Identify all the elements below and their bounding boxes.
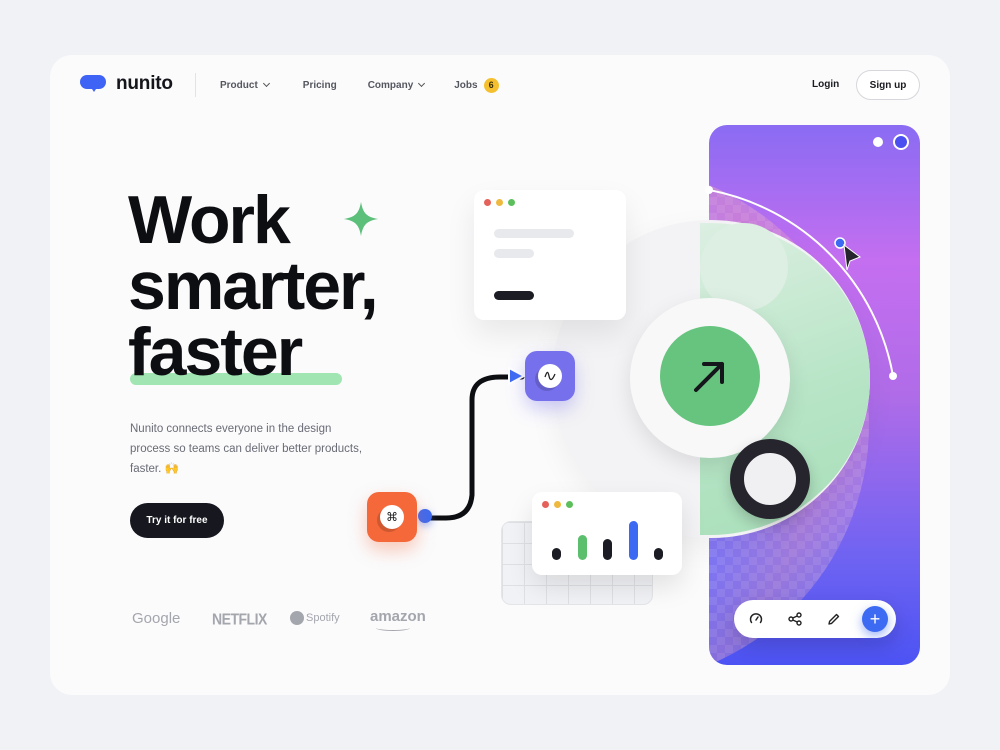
logo-netflix: NETFLIX xyxy=(212,609,267,629)
placeholder-button xyxy=(494,291,534,300)
mini-chart-bar xyxy=(603,539,612,560)
placeholder-line xyxy=(494,229,574,238)
waveform-icon xyxy=(544,371,556,381)
window-close-dot xyxy=(484,199,491,206)
spotify-icon xyxy=(290,611,304,625)
logo-amazon: amazon xyxy=(370,608,426,631)
nav-item-pricing[interactable]: Pricing xyxy=(303,77,337,93)
nav-item-label: Pricing xyxy=(302,79,337,91)
nav-item-company[interactable]: Company xyxy=(367,77,426,93)
logo-google: Google xyxy=(132,610,181,627)
arc-handle-active[interactable] xyxy=(834,237,846,249)
headline-line: faster xyxy=(128,314,303,390)
logo-amazon-text: amazon xyxy=(370,608,426,625)
gauge-icon xyxy=(749,613,763,624)
command-icon: ⌘ xyxy=(380,505,404,529)
add-button[interactable]: + xyxy=(862,606,888,632)
nav-item-label: Company xyxy=(367,79,414,91)
window-maximize-dot xyxy=(566,501,573,508)
try-free-button[interactable]: Try it for free xyxy=(130,503,224,538)
chevron-down-icon xyxy=(262,79,270,88)
share-button[interactable] xyxy=(785,609,805,629)
logo-spotify-text: Spotify xyxy=(306,612,340,624)
connector-dot[interactable] xyxy=(418,509,432,523)
logo-spotify: Spotify xyxy=(290,611,340,625)
panel-dot-selected[interactable] xyxy=(893,134,909,150)
landing-page-card: nunito Product Pricing Company Jobs 6 Lo… xyxy=(50,55,950,695)
node-waveform[interactable] xyxy=(525,351,575,401)
text-window-card xyxy=(474,190,626,320)
cursor-pointer-icon xyxy=(843,243,862,271)
signup-button[interactable]: Sign up xyxy=(856,70,920,100)
chart-window-card xyxy=(532,492,682,575)
window-maximize-dot xyxy=(508,199,515,206)
node-inner xyxy=(538,364,562,388)
login-link[interactable]: Login xyxy=(812,79,839,90)
pencil-icon xyxy=(828,613,840,625)
speech-bubble-icon xyxy=(80,73,108,95)
arc-handle-end[interactable] xyxy=(889,372,897,380)
headline-line: smarter, xyxy=(128,248,379,324)
trend-button[interactable] xyxy=(660,326,760,426)
brand-name: nunito xyxy=(116,73,173,94)
mini-chart-bar xyxy=(552,548,561,560)
brand-logo[interactable]: nunito xyxy=(80,73,173,95)
gauge-button[interactable] xyxy=(746,609,766,629)
main-nav: Product Pricing Company Jobs 6 xyxy=(220,77,499,93)
chevron-down-icon xyxy=(418,79,426,88)
floating-toolbar: + xyxy=(734,600,896,638)
dark-ring-knob[interactable] xyxy=(730,439,810,519)
hero-headline: Work smarter, faster xyxy=(128,182,379,390)
window-close-dot xyxy=(542,501,549,508)
plus-icon: + xyxy=(869,608,881,629)
placeholder-line xyxy=(494,249,534,258)
panel-dot-white[interactable] xyxy=(873,137,883,147)
headline-line: Work xyxy=(128,182,291,258)
sparkle-icon xyxy=(343,201,379,237)
hero-description: Nunito connects everyone in the design p… xyxy=(130,423,363,475)
node-command[interactable]: ⌘ xyxy=(367,492,417,542)
mini-chart-bar xyxy=(654,548,663,560)
jobs-count-badge: 6 xyxy=(483,77,499,93)
mini-chart-bar xyxy=(577,535,587,560)
nav-item-product[interactable]: Product xyxy=(220,77,270,93)
mini-chart-bar xyxy=(628,521,638,560)
edit-button[interactable] xyxy=(824,609,844,629)
window-minimize-dot xyxy=(554,501,561,508)
window-minimize-dot xyxy=(496,199,503,206)
nav-item-label: Jobs xyxy=(454,79,478,91)
share-icon xyxy=(788,612,802,626)
nav-item-label: Product xyxy=(220,79,258,91)
amazon-smile-icon xyxy=(376,625,410,631)
nav-divider xyxy=(195,73,196,97)
nav-item-jobs[interactable]: Jobs 6 xyxy=(454,77,499,93)
play-arrow-icon xyxy=(508,367,525,385)
arc-handle-start[interactable] xyxy=(705,186,713,194)
arrow-up-right-icon xyxy=(694,362,724,392)
